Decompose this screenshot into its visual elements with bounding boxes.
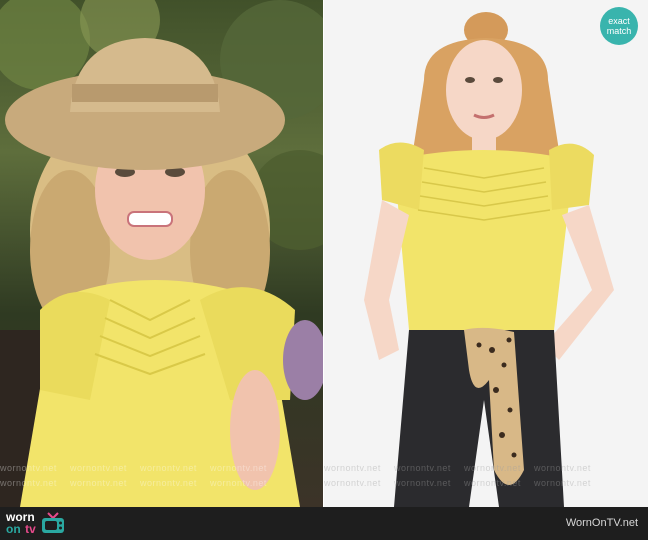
watermark-text: wornontv.net [70,478,127,488]
watermark-text: wornontv.net [394,463,451,473]
watermark-text: wornontv.net [140,478,197,488]
outfit-comparison: wornontv.net wornontv.net wornontv.net w… [0,0,648,507]
watermark-text: wornontv.net [0,463,57,473]
badge-line-2: match [606,26,632,36]
watermark-text: wornontv.net [70,463,127,473]
watermark-text: wornontv.net [0,478,57,488]
watermark-text: wornontv.net [210,478,267,488]
product-illustration [364,12,614,507]
product-photo: wornontv.net wornontv.net wornontv.net w… [324,0,648,507]
watermark-text: wornontv.net [534,478,591,488]
watermark-text: wornontv.net [140,463,197,473]
tv-icon [41,512,64,533]
site-url[interactable]: WornOnTV.net [566,517,638,529]
watermark-text: wornontv.net [464,478,521,488]
watermark-text: wornontv.net [324,463,381,473]
watermark-text: wornontv.net [464,463,521,473]
watermark-text: wornontv.net [394,478,451,488]
watermark-text: wornontv.net [534,463,591,473]
exact-match-badge: exact match [600,7,638,45]
tv-still-illustration [0,0,324,507]
watermark-text: wornontv.net [210,463,267,473]
wornontv-logo[interactable]: worn on tv [6,511,66,535]
logo-on-tv-row: on tv [6,523,36,535]
footer-bar: worn on tv WornOnTV.net [0,507,648,540]
logo-on-text: on [6,521,21,536]
tv-still-photo: wornontv.net wornontv.net wornontv.net w… [0,0,324,507]
watermark-text: wornontv.net [324,478,381,488]
logo-tv-text: tv [25,521,36,536]
logo-wordmark: worn on tv [6,511,36,535]
badge-line-1: exact [608,16,630,26]
